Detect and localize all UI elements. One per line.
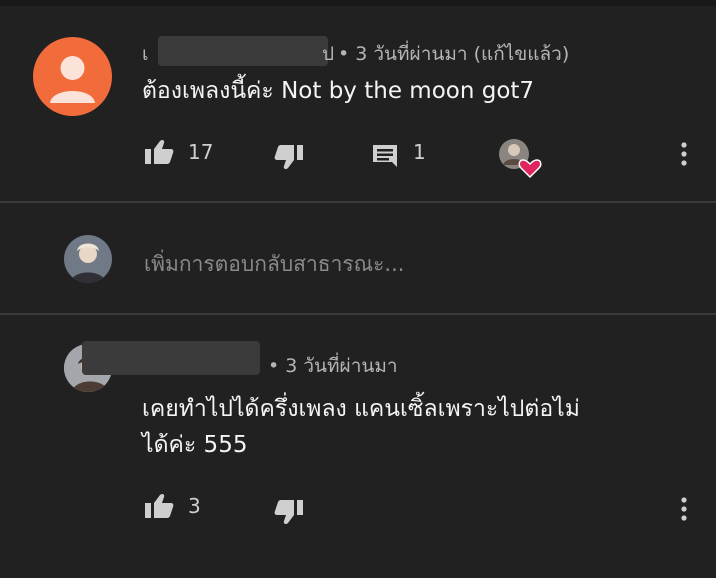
comment2-text-line1: เคยทำไปได้ครึ่งเพลง แคนเซิ้ลเพราะไปต่อไม…: [142, 396, 580, 422]
top-edge: [0, 0, 716, 6]
divider: [0, 201, 716, 203]
comment1-text: ต้องเพลงนี้ค่ะ Not by the moon got7: [142, 78, 535, 104]
thumb-up-icon[interactable]: [144, 493, 174, 519]
divider: [0, 313, 716, 315]
reply-input[interactable]: เพิ่มการตอบกลับสาธารณะ...: [144, 248, 404, 281]
more-options-icon[interactable]: [680, 141, 688, 167]
more-options-icon[interactable]: [680, 496, 688, 522]
current-user-avatar: [64, 235, 112, 283]
comment2-timestamp[interactable]: • 3 วันที่ผ่านมา: [268, 351, 398, 381]
comment1-username-redacted: [158, 36, 328, 66]
comment2-like-count: 3: [188, 494, 201, 518]
thumb-down-icon[interactable]: [274, 144, 304, 170]
comment1-username-suffix[interactable]: ป: [322, 39, 334, 69]
comment1-timestamp[interactable]: • 3 วันที่ผ่านมา (แก้ไขแล้ว): [338, 39, 569, 69]
creator-heart-icon: [497, 137, 543, 179]
comment2-username-redacted: [82, 341, 260, 375]
thumb-down-icon[interactable]: [274, 499, 304, 525]
thumb-up-icon[interactable]: [144, 139, 174, 165]
comment1-avatar[interactable]: [33, 37, 112, 116]
comment2-text-line2: ได้ค่ะ 555: [142, 432, 248, 458]
comment1-username-prefix[interactable]: เ: [142, 39, 149, 69]
comment1-reply-count: 1: [413, 140, 426, 164]
comment1-like-count: 17: [188, 140, 214, 164]
reply-icon[interactable]: [371, 143, 399, 171]
